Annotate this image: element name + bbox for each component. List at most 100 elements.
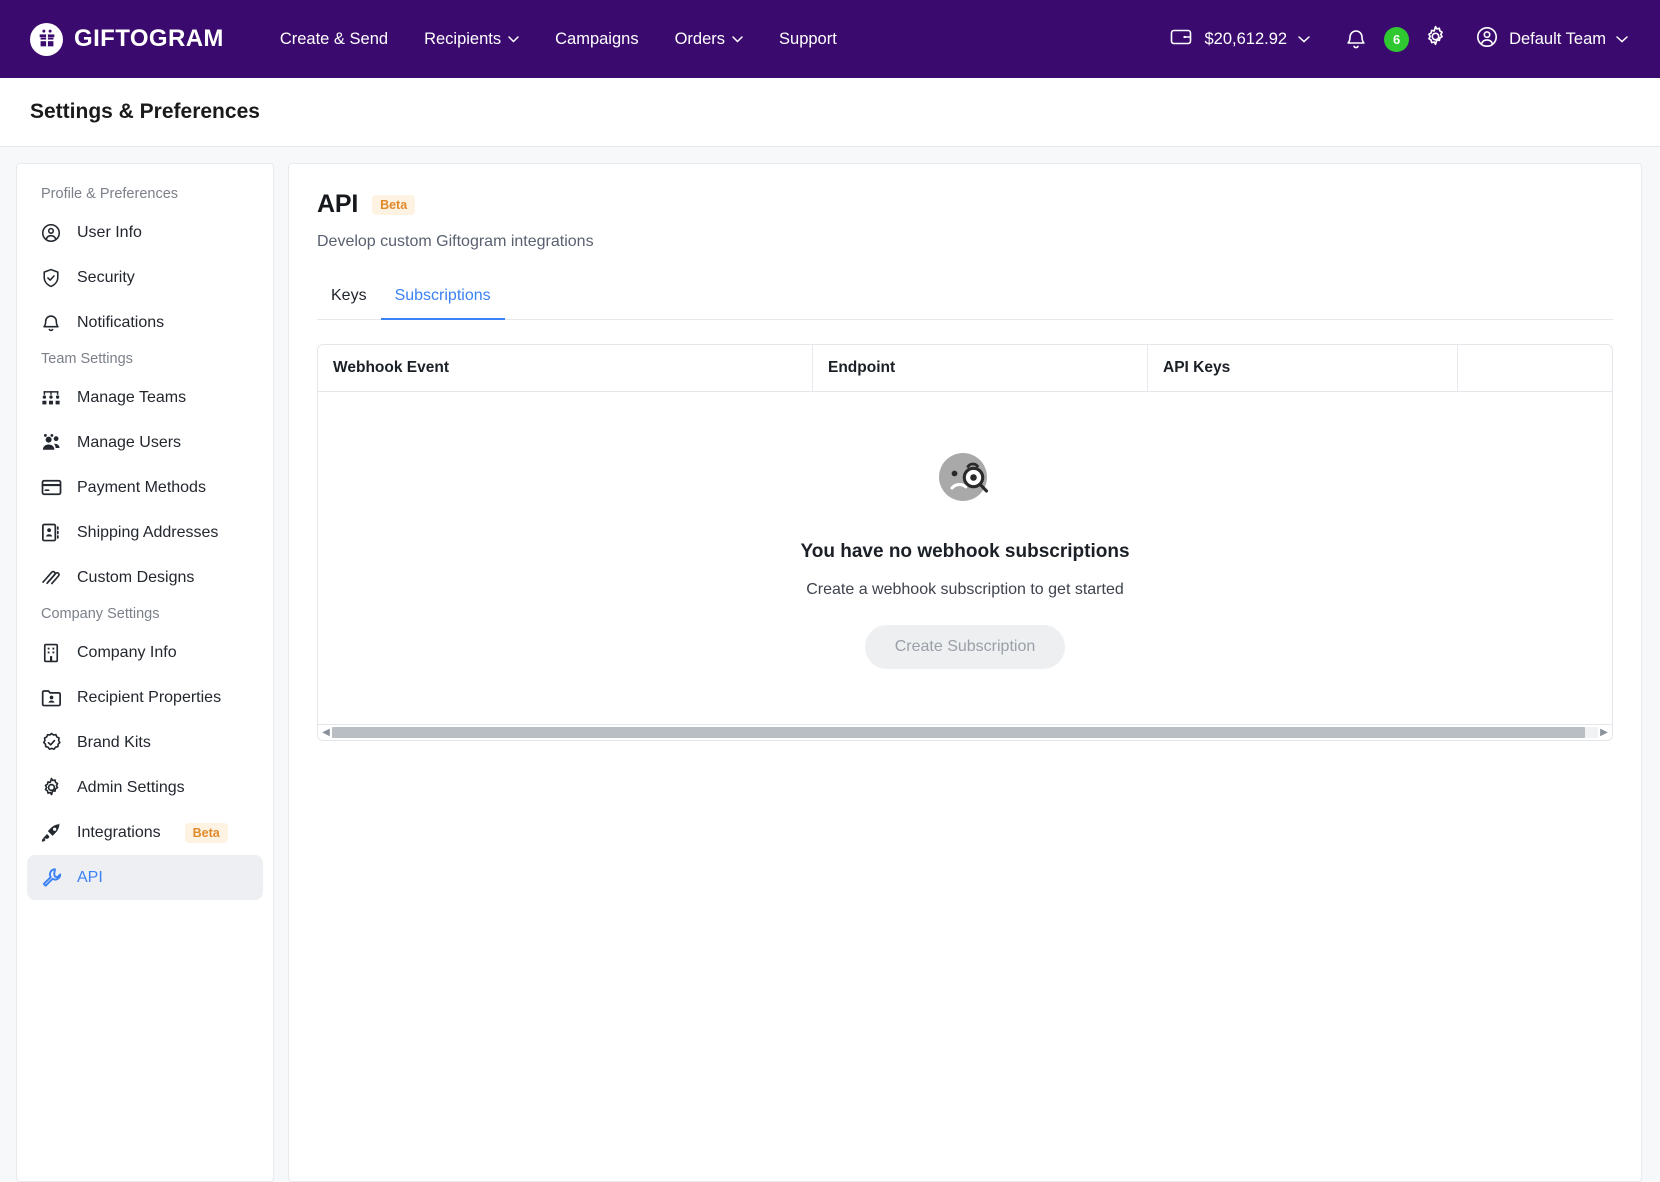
bell-icon	[1334, 17, 1378, 61]
brand-logo[interactable]: GIFTOGRAM	[30, 22, 224, 56]
sidebar-item-label: Integrations	[77, 823, 161, 841]
credit-card-icon	[39, 476, 63, 500]
gear-icon	[1423, 24, 1448, 54]
api-subtitle: Develop custom Giftogram integrations	[317, 233, 594, 250]
nav-item-campaigns[interactable]: Campaigns	[537, 22, 656, 57]
sidebar-item-admin-settings[interactable]: Admin Settings	[27, 765, 263, 810]
sidebar-group-label-team: Team Settings	[41, 351, 133, 367]
sidebar-item-label: Brand Kits	[77, 733, 151, 751]
api-tabs: Keys Subscriptions	[317, 277, 1613, 320]
gift-box-icon	[30, 22, 63, 56]
sidebar-item-payment-methods[interactable]: Payment Methods	[27, 465, 263, 510]
wallet-icon	[1169, 25, 1193, 54]
notification-count-badge: 6	[1384, 26, 1410, 52]
beta-badge: Beta	[372, 194, 416, 215]
create-subscription-button[interactable]: Create Subscription	[864, 624, 1066, 669]
sidebar-item-label: Manage Users	[77, 433, 182, 451]
chevron-down-icon	[1616, 35, 1628, 43]
tab-subscriptions[interactable]: Subscriptions	[380, 277, 505, 320]
rocket-icon	[39, 821, 63, 845]
column-header-endpoint[interactable]: Endpoint	[813, 345, 1148, 391]
table-header-row: Webhook Event Endpoint API Keys	[318, 345, 1612, 392]
column-header-actions	[1458, 345, 1612, 391]
column-header-webhook-event[interactable]: Webhook Event	[318, 345, 813, 391]
sidebar-item-integrations[interactable]: Integrations Beta	[27, 810, 263, 855]
sidebar-item-label: Manage Teams	[77, 388, 187, 406]
empty-state: You have no webhook subscriptions Create…	[318, 392, 1612, 724]
nav-item-support[interactable]: Support	[761, 22, 855, 57]
top-navigation-bar: GIFTOGRAM Create & Send Recipients Campa…	[0, 0, 1660, 78]
chevron-down-icon	[508, 35, 519, 43]
nav-item-label: Orders	[674, 29, 726, 48]
sidebar-item-label: API	[77, 868, 103, 886]
bell-icon	[39, 311, 63, 335]
team-name-label: Default Team	[1509, 29, 1606, 48]
user-circle-icon	[39, 221, 63, 245]
sidebar-item-label: Admin Settings	[77, 778, 185, 796]
org-chart-icon	[39, 386, 63, 410]
column-header-api-keys[interactable]: API Keys	[1148, 345, 1458, 391]
scrollbar-track[interactable]	[332, 727, 1598, 738]
wallet-balance-button[interactable]: $20,612.92	[1155, 17, 1324, 62]
horizontal-scrollbar[interactable]: ◀ ▶	[318, 724, 1612, 740]
sidebar-item-api[interactable]: API	[27, 855, 263, 900]
subscriptions-table: Webhook Event Endpoint API Keys You have…	[317, 344, 1613, 741]
sidebar-item-brand-kits[interactable]: Brand Kits	[27, 720, 263, 765]
sidebar-item-company-info[interactable]: Company Info	[27, 630, 263, 675]
sidebar-item-custom-designs[interactable]: Custom Designs	[27, 555, 263, 600]
scroll-right-arrow-icon[interactable]: ▶	[1598, 727, 1610, 738]
nav-item-label: Campaigns	[555, 29, 639, 48]
sidebar-item-label: Notifications	[77, 313, 165, 331]
nav-item-create-send[interactable]: Create & Send	[262, 22, 406, 57]
badge-check-icon	[39, 731, 63, 755]
sidebar-item-label: Company Info	[77, 643, 177, 661]
contact-folder-icon	[39, 686, 63, 710]
sidebar-item-security[interactable]: Security	[27, 255, 263, 300]
top-nav-right-cluster: $20,612.92 6 Default Team	[1155, 17, 1638, 62]
users-icon	[39, 431, 63, 455]
sidebar-group-label-company: Company Settings	[41, 606, 160, 622]
notifications-button[interactable]: 6	[1328, 17, 1410, 61]
chevron-down-icon	[732, 35, 743, 43]
nav-item-label: Create & Send	[279, 29, 389, 48]
sidebar-group-label-profile: Profile & Preferences	[41, 186, 179, 202]
building-icon	[39, 641, 63, 665]
nav-item-label: Recipients	[424, 29, 502, 48]
wrench-icon	[39, 866, 63, 890]
tab-keys[interactable]: Keys	[317, 277, 381, 320]
sidebar-item-user-info[interactable]: User Info	[27, 210, 263, 255]
scroll-left-arrow-icon[interactable]: ◀	[320, 727, 332, 738]
shield-check-icon	[39, 266, 63, 290]
confused-face-magnifier-icon	[934, 448, 996, 515]
brand-name: GIFTOGRAM	[74, 25, 224, 52]
team-selector-button[interactable]: Default Team	[1461, 17, 1638, 62]
sidebar-item-manage-teams[interactable]: Manage Teams	[27, 375, 263, 420]
scrollbar-thumb[interactable]	[332, 727, 1586, 738]
api-title-row: API Beta	[317, 190, 1613, 219]
sidebar-item-notifications[interactable]: Notifications	[27, 300, 263, 345]
sidebar-item-label: Custom Designs	[77, 568, 195, 586]
sidebar-item-shipping-addresses[interactable]: Shipping Addresses	[27, 510, 263, 555]
nav-item-recipients[interactable]: Recipients	[406, 22, 537, 57]
empty-state-subtitle: Create a webhook subscription to get sta…	[806, 580, 1124, 598]
user-circle-icon	[1475, 25, 1499, 54]
gear-icon	[39, 776, 63, 800]
wallet-balance-amount: $20,612.92	[1204, 29, 1288, 48]
sidebar-item-label: Payment Methods	[77, 478, 206, 496]
chevron-down-icon	[1298, 35, 1310, 43]
beta-badge: Beta	[184, 822, 228, 843]
main-nav-links: Create & Send Recipients Campaigns Order…	[262, 22, 855, 57]
page-body: Profile & Preferences User Info Security	[0, 147, 1660, 1182]
sidebar-item-manage-users[interactable]: Manage Users	[27, 420, 263, 465]
api-settings-panel: API Beta Develop custom Giftogram integr…	[288, 163, 1642, 1182]
empty-state-title: You have no webhook subscriptions	[800, 540, 1130, 562]
sidebar-item-recipient-properties[interactable]: Recipient Properties	[27, 675, 263, 720]
settings-gear-button[interactable]	[1413, 17, 1457, 61]
page-header-bar: Settings & Preferences	[0, 78, 1660, 147]
sidebar-item-label: User Info	[77, 223, 142, 241]
page-title: Settings & Preferences	[30, 100, 260, 123]
address-card-icon	[39, 521, 63, 545]
nav-item-orders[interactable]: Orders	[657, 22, 761, 57]
sidebar-item-label: Security	[77, 268, 135, 286]
scribble-icon	[39, 566, 63, 590]
